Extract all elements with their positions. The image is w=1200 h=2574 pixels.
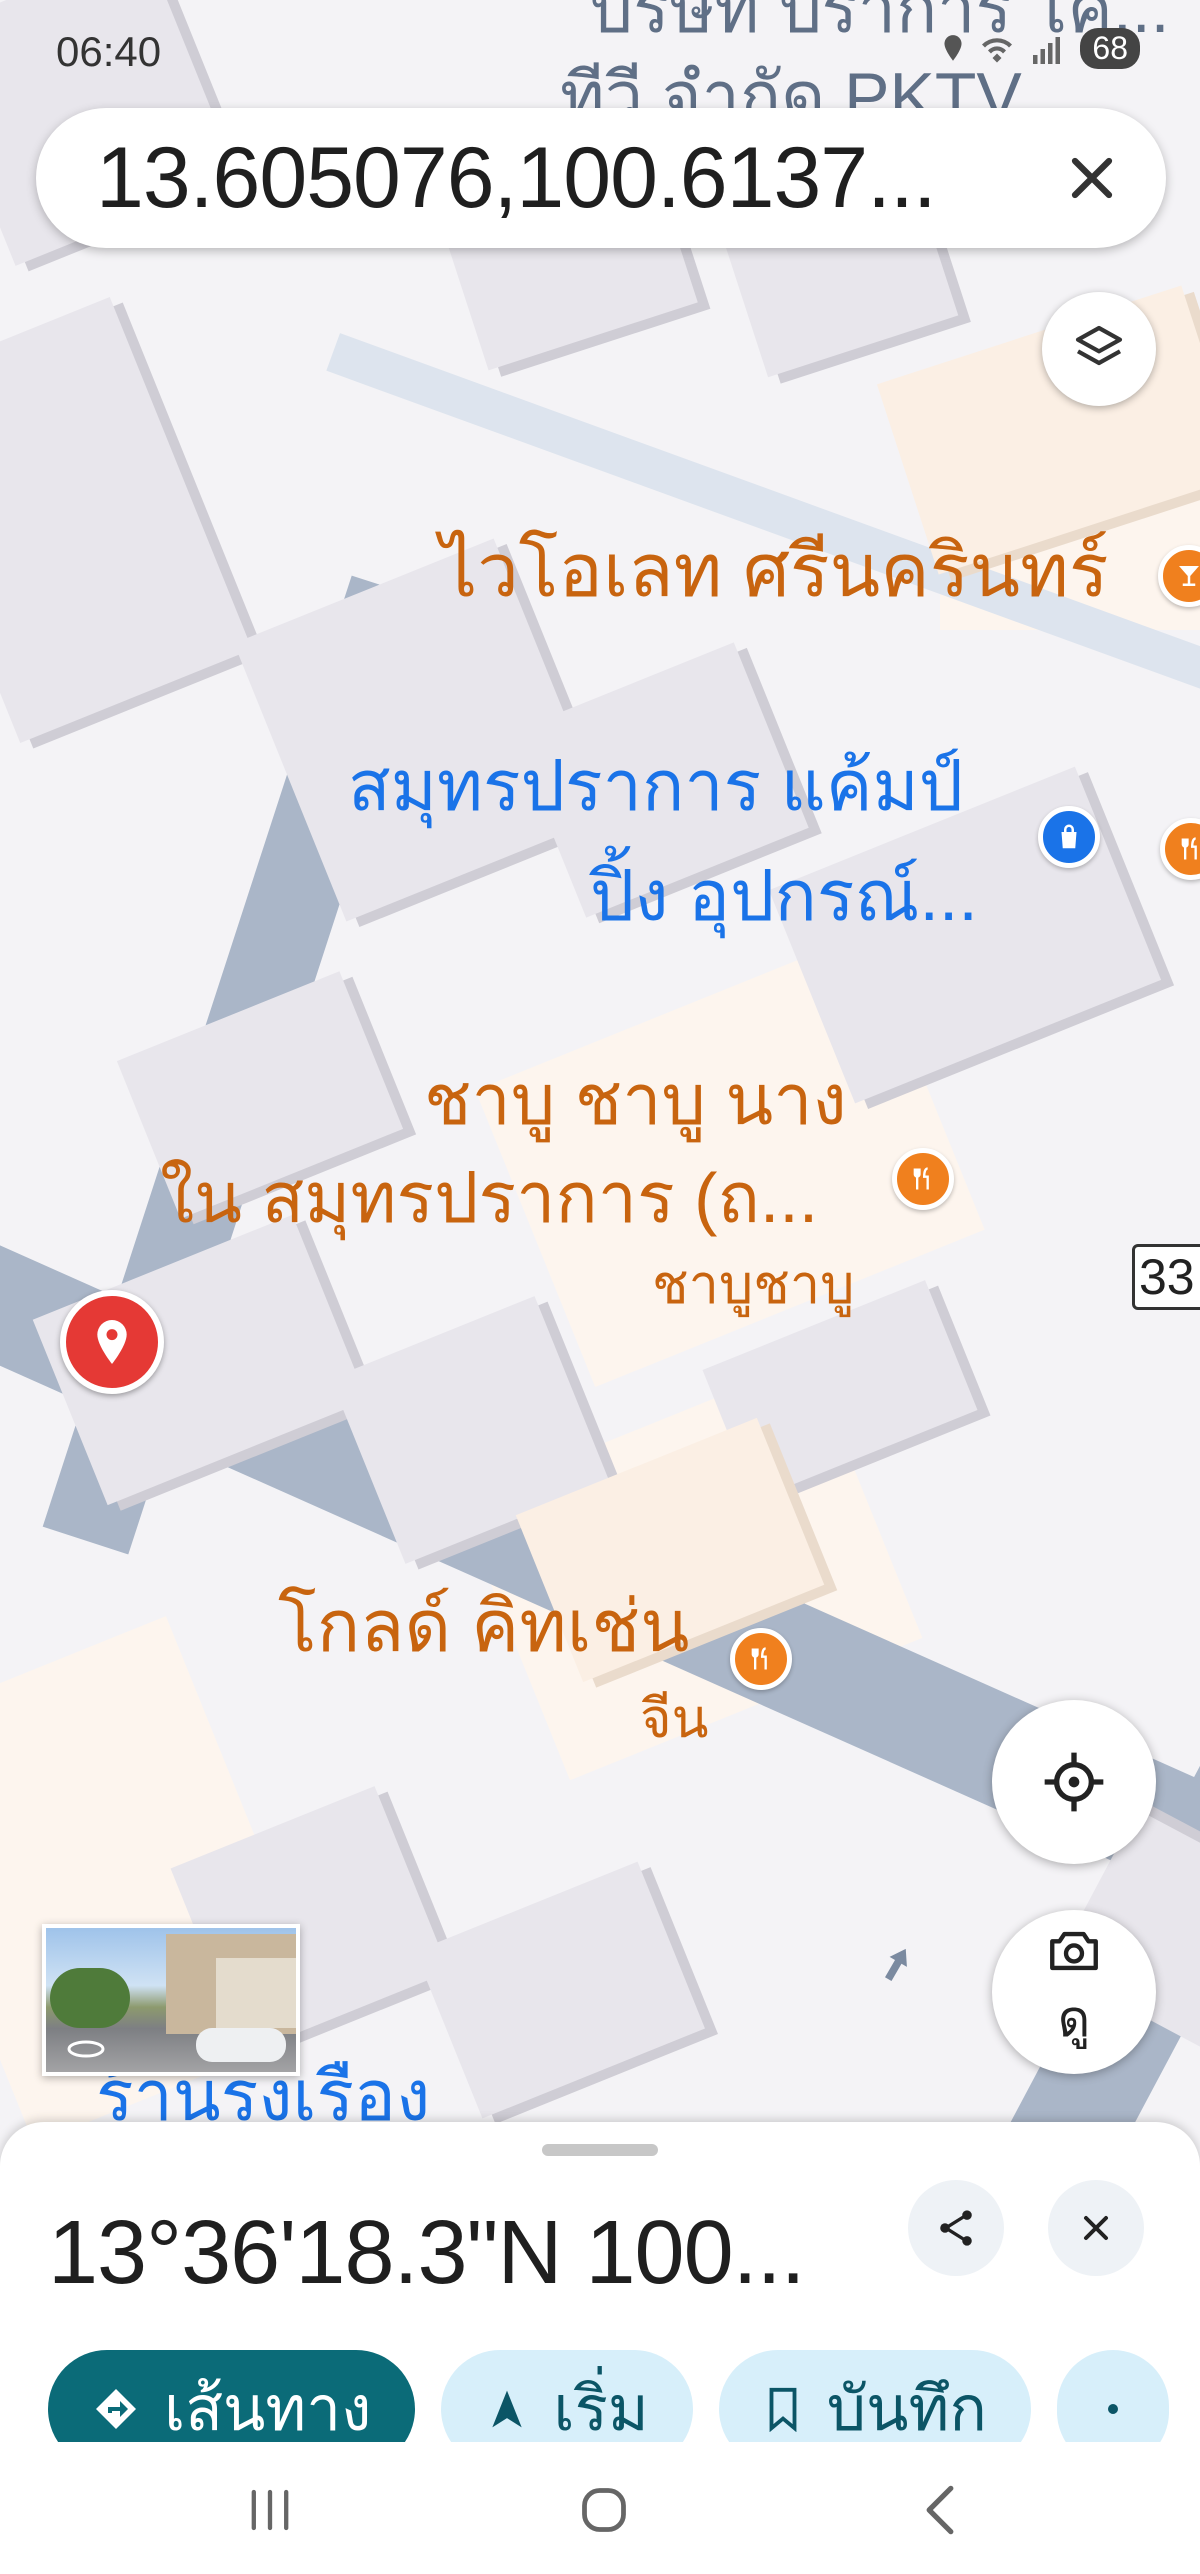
location-status-icon [944,34,962,61]
start-button[interactable]: เริ่ม [441,2350,693,2442]
my-location-button[interactable] [992,1700,1156,1864]
action-chips: เส้นทาง เริ่ม บันทึก [48,2350,1169,2442]
directions-label: เส้นทาง [164,2375,372,2442]
directions-button[interactable]: เส้นทาง [48,2350,416,2442]
search-input[interactable]: 13.605076,100.6137... [96,129,937,228]
restaurant-icon[interactable] [892,1148,954,1210]
layers-icon [1075,325,1123,366]
poi-label-shabu-2[interactable]: ใน สมุทรปราการ (ถ... [160,1160,818,1237]
shopping-bag-icon[interactable] [1038,806,1100,868]
street-view-button[interactable]: ดู [992,1910,1156,2074]
share-icon [940,2210,972,2246]
restaurant-icon[interactable] [1160,818,1200,880]
restaurant-icon[interactable] [730,1628,792,1690]
poi-category-gold-kitchen: จีน [640,1689,709,1749]
back-button[interactable] [900,2480,980,2540]
layers-button[interactable] [1042,292,1156,406]
dropped-pin-icon[interactable] [60,1290,164,1394]
one-way-arrow-icon [882,1944,912,1989]
save-label: บันทึก [826,2375,987,2442]
recent-apps-icon [251,2489,289,2531]
poi-category-shabu: ชาบูชาบู [652,1255,855,1315]
poi-label-violet[interactable]: ไวโอเลท ศรีนครินทร์ [440,530,1109,612]
home-icon [582,2488,626,2532]
street-view-label: ดู [1057,1990,1091,2047]
coordinates-title: 13°36'18.3"N 100... [48,2203,806,2303]
camera-view-icon [1050,1931,1098,1970]
poi-label-gold-kitchen[interactable]: โกลด์ คิทเช่น [278,1587,689,1667]
status-bar: 06:40 68 [0,0,1200,100]
route-number-badge: 33 [1132,1244,1200,1310]
back-icon [926,2485,954,2535]
crosshair-icon [1044,1752,1104,1812]
share-button[interactable] [908,2180,1004,2276]
poi-label-camping-2[interactable]: ปิ้ง อุปกรณ์... [590,858,978,935]
start-label: เริ่ม [553,2375,649,2442]
bottom-sheet[interactable]: 13°36'18.3"N 100... เส้นทาง เริ่ม บันทึก [0,2122,1200,2442]
status-time: 06:40 [56,28,162,75]
battery-indicator: 68 [1080,28,1140,69]
poi-label-shabu-1[interactable]: ชาบู ชาบู นาง [424,1062,847,1139]
close-icon [1084,2216,1108,2240]
directions-icon [96,2389,136,2429]
bookmark-icon [769,2387,797,2432]
building [0,297,253,743]
rotate-360-icon [67,2040,105,2058]
poi-label-camping-1[interactable]: สมุทรปราการ แค้มป์ [348,748,963,825]
wifi-icon [982,37,1013,62]
signal-icon [1033,36,1061,64]
home-button[interactable] [564,2480,644,2540]
building [415,1861,705,2119]
status-icons: 68 [940,28,1140,69]
close-icon[interactable] [1058,144,1126,212]
navigation-arrow-icon [492,2390,523,2428]
system-nav-bar [0,2442,1200,2574]
street-view-thumbnail[interactable] [42,1924,300,2076]
close-sheet-button[interactable] [1048,2180,1144,2276]
more-chip[interactable] [1056,2350,1169,2442]
more-icon [1107,2404,1118,2414]
search-bar[interactable]: 13.605076,100.6137... [36,108,1166,248]
recent-apps-button[interactable] [230,2480,310,2540]
save-button[interactable]: บันทึก [718,2350,1031,2442]
drag-handle[interactable] [542,2144,658,2156]
